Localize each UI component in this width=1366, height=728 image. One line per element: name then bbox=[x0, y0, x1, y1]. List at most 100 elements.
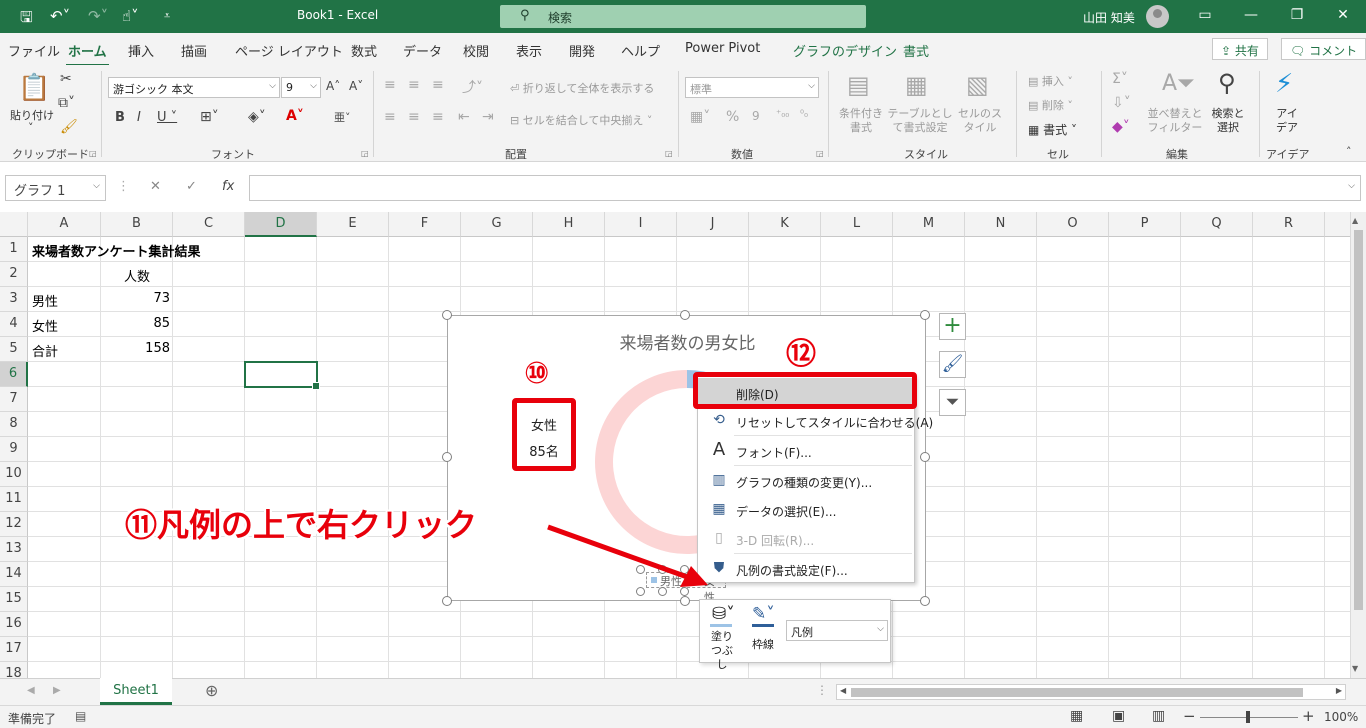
align-right-icon[interactable]: ≡ bbox=[432, 109, 444, 125]
copy-icon[interactable]: ⧉˅ bbox=[58, 95, 75, 111]
autosum-icon[interactable]: Σ˅ bbox=[1112, 71, 1128, 87]
cell-a5[interactable]: 合計 bbox=[32, 341, 58, 360]
row-header-3[interactable]: 3 bbox=[0, 287, 28, 312]
chart-handle-mr[interactable] bbox=[920, 452, 930, 462]
menu-item-format-legend[interactable]: ⛊ 凡例の書式設定(F)... bbox=[698, 554, 914, 583]
format-as-table-label[interactable]: テーブルとして書式設定 bbox=[886, 107, 954, 135]
cell-b5[interactable]: 158 bbox=[101, 341, 170, 356]
tab-format[interactable]: 書式 bbox=[903, 41, 929, 60]
accessibility-icon[interactable]: ▤ bbox=[75, 709, 86, 723]
page-layout-view-icon[interactable]: ▣ bbox=[1112, 708, 1125, 724]
menu-item-3d-rotation[interactable]: ▯ 3-D 回転(R)... bbox=[698, 524, 914, 553]
zoom-slider-thumb[interactable] bbox=[1246, 711, 1250, 723]
collapse-ribbon-icon[interactable]: ˄ bbox=[1346, 145, 1352, 158]
menu-item-reset-style[interactable]: ⟲ リセットしてスタイルに合わせる(A) bbox=[698, 406, 933, 435]
format-cells-button[interactable]: ▦ 書式 ˅ bbox=[1028, 121, 1077, 138]
tab-formulas[interactable]: 数式 bbox=[351, 41, 377, 60]
increase-indent-icon[interactable]: ⇥ bbox=[482, 109, 494, 125]
row-header-13[interactable]: 13 bbox=[0, 537, 28, 562]
sheet-tab-sheet1[interactable]: Sheet1 bbox=[100, 678, 172, 705]
restore-icon[interactable]: ❐ bbox=[1282, 7, 1312, 23]
cell-a4[interactable]: 女性 bbox=[32, 316, 58, 335]
fill-label[interactable]: 塗りつぶし bbox=[706, 630, 738, 672]
row-header-5[interactable]: 5 bbox=[0, 337, 28, 362]
column-header-h[interactable]: H bbox=[533, 212, 605, 237]
percent-icon[interactable]: % bbox=[726, 109, 739, 125]
underline-icon[interactable]: U ˅ bbox=[157, 110, 177, 125]
column-header-a[interactable]: A bbox=[28, 212, 101, 237]
font-launcher-icon[interactable]: ◲ bbox=[361, 149, 369, 158]
sort-filter-icon[interactable]: A⏷ bbox=[1162, 71, 1195, 96]
formula-input[interactable]: ⌵ bbox=[249, 175, 1361, 201]
legend-handle-tm[interactable] bbox=[658, 565, 667, 574]
accounting-format-icon[interactable]: ▦˅ bbox=[690, 109, 710, 125]
outline-pen-icon[interactable]: ✎˅ bbox=[752, 604, 775, 624]
conditional-format-label[interactable]: 条件付き書式 bbox=[838, 107, 884, 135]
cell-a1[interactable]: 来場者数アンケート集計結果 bbox=[32, 241, 200, 260]
column-header-s[interactable] bbox=[1325, 212, 1350, 237]
comma-icon[interactable]: 9 bbox=[752, 109, 760, 123]
increase-decimal-icon[interactable]: ⁺₀₀ bbox=[776, 109, 789, 120]
italic-icon[interactable]: I bbox=[137, 110, 141, 125]
select-all-corner[interactable] bbox=[0, 212, 28, 237]
tab-draw[interactable]: 描画 bbox=[181, 41, 207, 60]
row-header-15[interactable]: 15 bbox=[0, 587, 28, 612]
find-select-label[interactable]: 検索と選択 bbox=[1208, 107, 1248, 135]
paste-icon[interactable]: 📋 bbox=[18, 73, 50, 103]
cut-icon[interactable]: ✂ bbox=[60, 71, 72, 87]
add-sheet-icon[interactable]: ⊕ bbox=[205, 681, 218, 700]
tab-review[interactable]: 校閲 bbox=[463, 41, 489, 60]
legend-handle-bm[interactable] bbox=[658, 587, 667, 596]
vertical-scrollbar[interactable]: ▲ ▼ bbox=[1350, 212, 1366, 678]
fill-bucket-icon[interactable]: ⛁˅ bbox=[712, 604, 735, 624]
search-box[interactable]: ⚲ 検索 bbox=[500, 5, 866, 28]
decrease-decimal-icon[interactable]: ⁰₀ bbox=[800, 109, 808, 120]
chart-handle-bl[interactable] bbox=[442, 596, 452, 606]
ribbon-display-icon[interactable]: ▭ bbox=[1190, 7, 1220, 23]
row-header-11[interactable]: 11 bbox=[0, 487, 28, 512]
delete-cells-button[interactable]: ▤ 削除 ˅ bbox=[1028, 97, 1073, 113]
align-middle-icon[interactable]: ≡ bbox=[408, 77, 420, 93]
font-color-icon[interactable]: A˅ bbox=[286, 108, 304, 124]
column-header-e[interactable]: E bbox=[317, 212, 389, 237]
insert-function-icon[interactable]: fx bbox=[222, 179, 234, 194]
minimize-icon[interactable]: — bbox=[1236, 7, 1266, 23]
tab-file[interactable]: ファイル bbox=[8, 41, 60, 60]
row-header-12[interactable]: 12 bbox=[0, 512, 28, 537]
row-header-9[interactable]: 9 bbox=[0, 437, 28, 462]
undo-icon[interactable]: ↶˅ bbox=[50, 7, 70, 25]
find-select-icon[interactable]: ⚲ bbox=[1218, 69, 1236, 97]
cell-styles-icon[interactable]: ▧ bbox=[966, 71, 989, 99]
format-painter-icon[interactable]: 🖌 bbox=[60, 119, 78, 135]
donut-slice-female[interactable] bbox=[595, 370, 709, 554]
font-name-select[interactable]: 游ゴシック 本文 ⌵ bbox=[108, 77, 280, 98]
prev-sheet-icon[interactable]: ◀ bbox=[27, 685, 35, 696]
cell-b2[interactable]: 人数 bbox=[101, 266, 173, 285]
row-header-8[interactable]: 8 bbox=[0, 412, 28, 437]
tab-developer[interactable]: 開発 bbox=[569, 41, 595, 60]
chart-handle-tc[interactable] bbox=[680, 310, 690, 320]
fill-color-icon[interactable]: ◈˅ bbox=[248, 109, 266, 125]
column-header-i[interactable]: I bbox=[605, 212, 677, 237]
chart-filter-icon[interactable]: ⏷ bbox=[939, 389, 966, 416]
ideas-icon[interactable]: ⚡ bbox=[1275, 69, 1293, 99]
column-header-j[interactable]: J bbox=[677, 212, 749, 237]
chart-handle-tl[interactable] bbox=[442, 310, 452, 320]
menu-item-change-chart-type[interactable]: ▥ グラフの種類の変更(Y)... bbox=[698, 466, 914, 495]
ideas-label[interactable]: アイデア bbox=[1272, 107, 1302, 135]
comment-button[interactable]: 🗨 コメント bbox=[1281, 38, 1366, 60]
page-break-view-icon[interactable]: ▥ bbox=[1152, 708, 1165, 724]
row-header-16[interactable]: 16 bbox=[0, 612, 28, 637]
active-cell-d6[interactable] bbox=[244, 361, 320, 390]
insert-cells-button[interactable]: ▤ 挿入 ˅ bbox=[1028, 73, 1073, 89]
row-header-14[interactable]: 14 bbox=[0, 562, 28, 587]
cancel-icon[interactable]: ✕ bbox=[150, 179, 161, 194]
column-header-m[interactable]: M bbox=[893, 212, 965, 237]
menu-item-select-data[interactable]: ▦ データの選択(E)... bbox=[698, 495, 914, 524]
horizontal-scroll-thumb[interactable] bbox=[851, 688, 1303, 697]
bold-icon[interactable]: B bbox=[115, 110, 125, 125]
grow-font-icon[interactable]: A˄ bbox=[326, 79, 340, 93]
tab-view[interactable]: 表示 bbox=[516, 41, 542, 60]
tab-chart-design[interactable]: グラフのデザイン bbox=[793, 41, 897, 60]
row-header-6[interactable]: 6 bbox=[0, 362, 28, 387]
